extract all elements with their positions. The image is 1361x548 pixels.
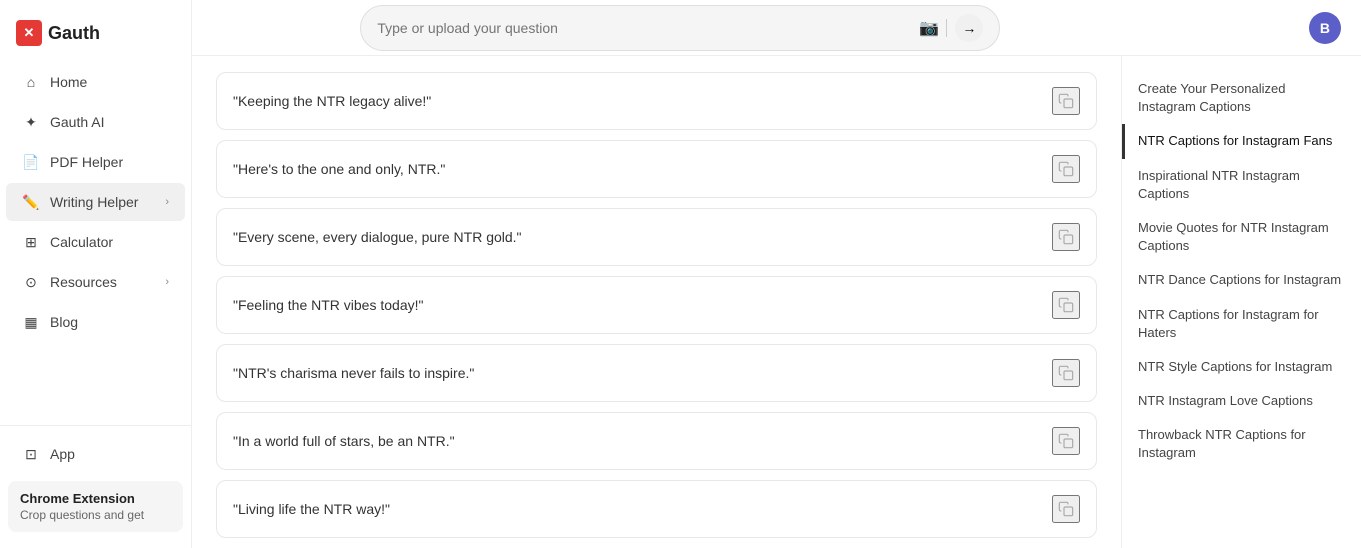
- sidebar-item-label: App: [50, 446, 75, 462]
- copy-button-1[interactable]: [1052, 155, 1080, 183]
- copy-button-4[interactable]: [1052, 359, 1080, 387]
- sidebar-item-writing-helper[interactable]: ✏️ Writing Helper ›: [6, 183, 185, 221]
- right-panel-item-style-captions[interactable]: NTR Style Captions for Instagram: [1122, 350, 1361, 384]
- right-panel-item-inspirational-ntr[interactable]: Inspirational NTR Instagram Captions: [1122, 159, 1361, 211]
- sidebar-item-calculator[interactable]: ⊞ Calculator: [6, 223, 185, 261]
- sidebar-item-app[interactable]: ⊡ App: [6, 435, 185, 473]
- caption-text: "Feeling the NTR vibes today!": [233, 297, 423, 313]
- sidebar-item-resources[interactable]: ⊙ Resources ›: [6, 263, 185, 301]
- sidebar-item-blog[interactable]: ▦ Blog: [6, 303, 185, 341]
- sidebar-bottom: ⊡ App Chrome Extension Crop questions an…: [0, 425, 191, 540]
- sidebar-item-gauth-ai[interactable]: ✦ Gauth AI: [6, 103, 185, 141]
- resources-icon: ⊙: [22, 273, 40, 291]
- ai-icon: ✦: [22, 113, 40, 131]
- logo-text: Gauth: [48, 23, 100, 44]
- topbar: 📷 → B: [192, 0, 1361, 56]
- sidebar-item-label: PDF Helper: [50, 154, 123, 170]
- right-panel: Create Your Personalized Instagram Capti…: [1121, 56, 1361, 548]
- caption-text: "NTR's charisma never fails to inspire.": [233, 365, 474, 381]
- caption-card-3: "Feeling the NTR vibes today!": [216, 276, 1097, 334]
- sidebar-item-label: Resources: [50, 274, 117, 290]
- chevron-right-icon: ›: [165, 196, 169, 208]
- search-submit-button[interactable]: →: [955, 14, 983, 42]
- right-panel-item-captions-haters[interactable]: NTR Captions for Instagram for Haters: [1122, 298, 1361, 350]
- search-divider: [946, 19, 947, 37]
- caption-text: "Here's to the one and only, NTR.": [233, 161, 445, 177]
- copy-button-2[interactable]: [1052, 223, 1080, 251]
- logo-area[interactable]: ✕ Gauth: [0, 8, 191, 58]
- copy-button-3[interactable]: [1052, 291, 1080, 319]
- logo-icon: ✕: [16, 20, 42, 46]
- copy-button-0[interactable]: [1052, 87, 1080, 115]
- camera-icon[interactable]: 📷: [920, 19, 938, 37]
- caption-text: "Living life the NTR way!": [233, 501, 390, 517]
- search-input[interactable]: [377, 20, 912, 36]
- middle-content: "Keeping the NTR legacy alive!" "Here's …: [192, 56, 1121, 548]
- content-area: "Keeping the NTR legacy alive!" "Here's …: [192, 56, 1361, 548]
- copy-button-6[interactable]: [1052, 495, 1080, 523]
- sidebar-item-pdf-helper[interactable]: 📄 PDF Helper: [6, 143, 185, 181]
- right-panel-item-throwback-captions[interactable]: Throwback NTR Captions for Instagram: [1122, 418, 1361, 470]
- right-panel-item-love-captions[interactable]: NTR Instagram Love Captions: [1122, 384, 1361, 418]
- sidebar-item-label: Writing Helper: [50, 194, 138, 210]
- sidebar-item-label: Calculator: [50, 234, 113, 250]
- caption-text: "In a world full of stars, be an NTR.": [233, 433, 455, 449]
- caption-card-1: "Here's to the one and only, NTR.": [216, 140, 1097, 198]
- chrome-ext-desc: Crop questions and get: [20, 508, 171, 522]
- chrome-extension-block: Chrome Extension Crop questions and get: [8, 481, 183, 532]
- app-icon: ⊡: [22, 445, 40, 463]
- blog-icon: ▦: [22, 313, 40, 331]
- chevron-right-icon-resources: ›: [165, 276, 169, 288]
- right-panel-item-ntr-fans[interactable]: NTR Captions for Instagram Fans: [1122, 124, 1361, 158]
- caption-card-0: "Keeping the NTR legacy alive!": [216, 72, 1097, 130]
- caption-card-6: "Living life the NTR way!": [216, 480, 1097, 538]
- main-wrapper: 📷 → B "Keeping the NTR legacy alive!" "H…: [192, 0, 1361, 548]
- right-panel-item-dance-captions[interactable]: NTR Dance Captions for Instagram: [1122, 263, 1361, 297]
- sidebar-item-label: Home: [50, 74, 87, 90]
- writing-icon: ✏️: [22, 193, 40, 211]
- right-panel-item-create-personalized[interactable]: Create Your Personalized Instagram Capti…: [1122, 72, 1361, 124]
- sidebar-item-label: Gauth AI: [50, 114, 104, 130]
- sidebar-item-label: Blog: [50, 314, 78, 330]
- caption-text: "Every scene, every dialogue, pure NTR g…: [233, 229, 522, 245]
- copy-button-5[interactable]: [1052, 427, 1080, 455]
- caption-card-4: "NTR's charisma never fails to inspire.": [216, 344, 1097, 402]
- home-icon: ⌂: [22, 73, 40, 91]
- search-bar: 📷 →: [360, 5, 1000, 51]
- caption-text: "Keeping the NTR legacy alive!": [233, 93, 431, 109]
- sidebar: ✕ Gauth ⌂ Home ✦ Gauth AI 📄 PDF Helper ✏…: [0, 0, 192, 548]
- caption-card-5: "In a world full of stars, be an NTR.": [216, 412, 1097, 470]
- avatar[interactable]: B: [1309, 12, 1341, 44]
- sidebar-item-home[interactable]: ⌂ Home: [6, 63, 185, 101]
- right-panel-item-movie-quotes[interactable]: Movie Quotes for NTR Instagram Captions: [1122, 211, 1361, 263]
- calculator-icon: ⊞: [22, 233, 40, 251]
- chrome-ext-title: Chrome Extension: [20, 491, 171, 506]
- pdf-icon: 📄: [22, 153, 40, 171]
- arrow-right-icon: →: [962, 20, 976, 36]
- caption-card-2: "Every scene, every dialogue, pure NTR g…: [216, 208, 1097, 266]
